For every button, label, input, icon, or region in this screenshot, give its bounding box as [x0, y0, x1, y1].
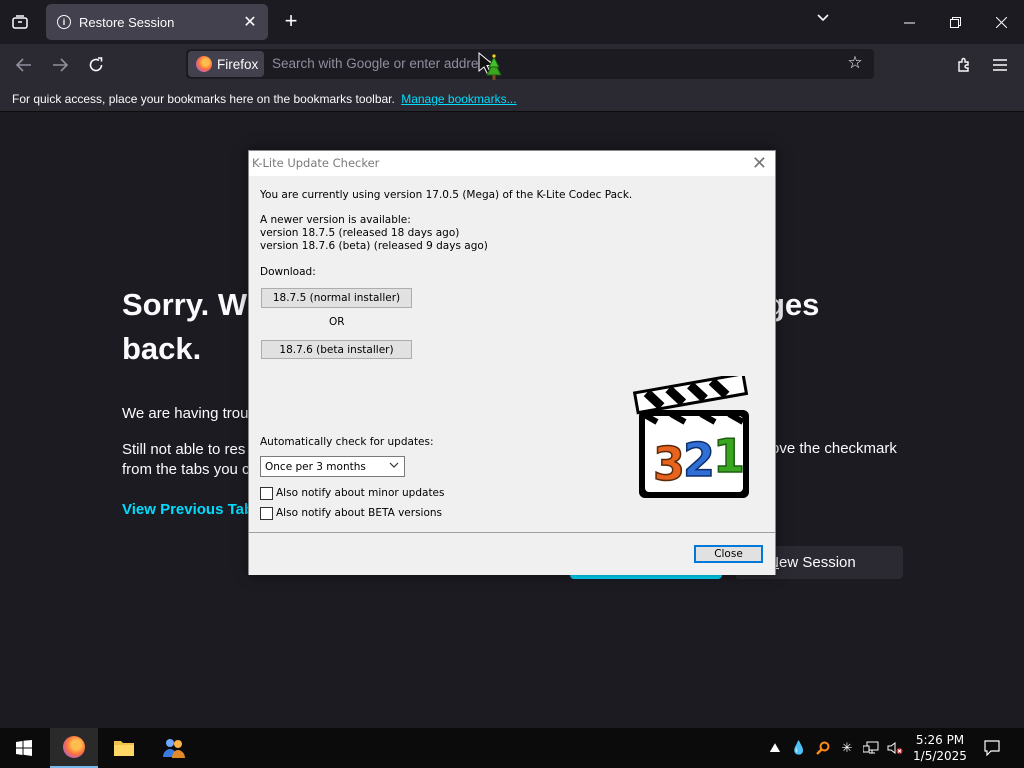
dialog-close-icon[interactable]: ✕ — [752, 153, 767, 174]
taskbar-file-explorer[interactable] — [100, 728, 148, 768]
minor-updates-option[interactable]: Also notify about minor updates — [260, 487, 445, 500]
windows-taskbar: ⛰ 💧 ✳ 5:26 PM 1/5/2025 — [0, 728, 1024, 768]
beta-version-text: version 18.7.6 (beta) (released 9 days a… — [260, 240, 488, 252]
restore-button[interactable] — [932, 0, 978, 44]
update-frequency-select[interactable]: Once per 3 months — [260, 456, 405, 477]
back-arrow-icon — [16, 58, 31, 72]
download-label: Download: — [260, 266, 316, 278]
update-frequency-value: Once per 3 months — [265, 460, 366, 473]
help-text-line-1: Still not able to res — [122, 441, 246, 458]
dialog-title: K-Lite Update Checker — [252, 156, 380, 170]
beta-versions-checkbox[interactable] — [260, 507, 273, 520]
windows-logo-icon — [16, 740, 32, 756]
current-version-text: You are currently using version 17.0.5 (… — [260, 189, 633, 201]
close-tab-icon[interactable]: ✕ — [238, 12, 262, 32]
taskbar-people-app[interactable] — [150, 728, 198, 768]
bookmark-star-icon[interactable]: ☆ — [844, 53, 866, 75]
help-text: Still not able to res from the tabs you … — [122, 440, 250, 480]
new-session-rest: ew Session — [779, 554, 856, 571]
taskbar-firefox[interactable] — [50, 728, 98, 768]
newer-available-text: A newer version is available: — [260, 214, 411, 226]
minimize-button[interactable] — [886, 0, 932, 44]
klite-update-dialog: K-Lite Update Checker ✕ You are currentl… — [248, 150, 776, 575]
bookmarks-toolbar: For quick access, place your bookmarks h… — [0, 86, 1024, 112]
close-icon — [995, 16, 1007, 28]
close-button[interactable]: Close — [694, 545, 763, 563]
manage-bookmarks-link[interactable]: Manage bookmarks... — [401, 92, 516, 106]
folder-icon — [114, 741, 134, 756]
bookmarks-message: For quick access, place your bookmarks h… — [12, 92, 395, 106]
url-input[interactable]: Search with Google or enter address — [272, 56, 492, 71]
url-bar[interactable]: Firefox Search with Google or enter addr… — [186, 49, 874, 79]
navigation-toolbar: Firefox Search with Google or enter addr… — [0, 44, 1024, 86]
reload-button[interactable] — [82, 51, 110, 79]
firefox-view-button[interactable] — [6, 8, 34, 36]
identity-label: Firefox — [217, 56, 259, 72]
extensions-button[interactable] — [950, 51, 978, 79]
tab-bar: i Restore Session ✕ + — [0, 0, 1024, 44]
users-icon — [163, 739, 185, 758]
network-share-icon[interactable]: ⛰ — [766, 738, 784, 758]
klite-logo: 3 2 1 — [631, 372, 757, 508]
beta-installer-button[interactable]: 18.7.6 (beta installer) — [261, 340, 412, 359]
beta-versions-option[interactable]: Also notify about BETA versions — [260, 507, 442, 520]
view-previous-tabs-link[interactable]: View Previous Tabs — [122, 501, 262, 518]
system-clock[interactable]: 5:26 PM 1/5/2025 — [905, 732, 975, 764]
or-label: OR — [329, 316, 345, 328]
droplet-icon[interactable]: 💧 — [790, 738, 808, 758]
info-icon: i — [57, 15, 71, 29]
dialog-footer: Close — [249, 533, 775, 575]
chevron-down-icon — [389, 460, 399, 473]
description-text: We are having trou — [122, 405, 249, 422]
firefox-logo-icon — [196, 56, 212, 72]
minimize-icon — [903, 22, 915, 23]
hamburger-menu-icon — [993, 59, 1007, 71]
logo-digit-3: 3 — [653, 437, 685, 491]
auto-check-label: Automatically check for updates: — [260, 436, 434, 448]
start-button[interactable] — [0, 728, 48, 768]
forward-button[interactable] — [46, 51, 74, 79]
forward-arrow-icon — [53, 58, 68, 72]
normal-version-text: version 18.7.5 (released 18 days ago) — [260, 227, 460, 239]
new-tab-button[interactable]: + — [280, 10, 302, 32]
beta-versions-label: Also notify about BETA versions — [276, 507, 443, 519]
logo-digit-1: 1 — [713, 429, 745, 483]
dialog-titlebar: K-Lite Update Checker ✕ — [249, 151, 775, 176]
speaker-muted-icon[interactable] — [886, 738, 904, 758]
normal-installer-button[interactable]: 18.7.5 (normal installer) — [261, 288, 412, 308]
window-close-button[interactable] — [978, 0, 1024, 44]
clapperboard-icon: 3 2 1 — [632, 372, 749, 498]
chevron-down-icon[interactable] — [816, 10, 836, 30]
notifications-icon[interactable] — [982, 738, 1002, 758]
help-text-line-2: from the tabs you c — [122, 461, 250, 478]
help-text-right: ove the checkmark — [771, 440, 897, 457]
cursor-icon — [478, 51, 504, 89]
tab-title: Restore Session — [79, 14, 175, 30]
app-menu-button[interactable] — [986, 51, 1014, 79]
puzzle-icon — [958, 57, 969, 72]
network-icon[interactable] — [862, 738, 880, 758]
search-tool-icon[interactable] — [814, 738, 832, 758]
back-button[interactable] — [10, 51, 38, 79]
firefox-logo-icon — [63, 736, 85, 758]
minor-updates-label: Also notify about minor updates — [276, 487, 445, 499]
identity-box[interactable]: Firefox — [188, 51, 264, 77]
firefox-view-icon — [12, 15, 28, 29]
clock-date: 1/5/2025 — [913, 749, 967, 763]
tab-restore-session[interactable]: i Restore Session ✕ — [46, 4, 268, 40]
restore-icon — [949, 16, 961, 28]
reload-icon — [89, 57, 103, 72]
clock-time: 5:26 PM — [915, 733, 965, 747]
logo-digit-2: 2 — [683, 433, 715, 487]
asterisk-icon[interactable]: ✳ — [838, 738, 856, 758]
minor-updates-checkbox[interactable] — [260, 487, 273, 500]
